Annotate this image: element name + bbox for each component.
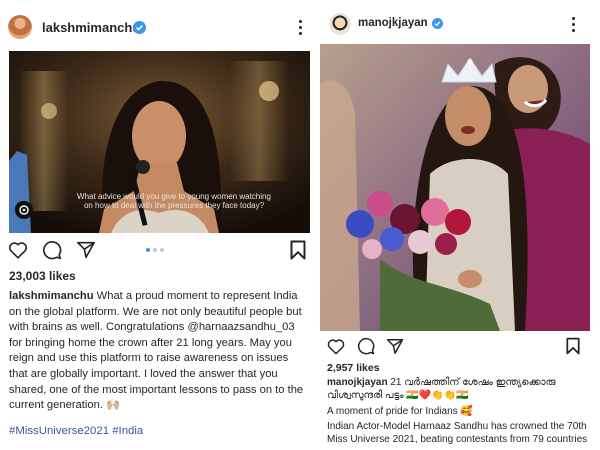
video-subtitle: What advice would you give to young wome… bbox=[49, 192, 299, 210]
avatar[interactable] bbox=[8, 15, 32, 39]
username[interactable]: lakshmimanchu bbox=[42, 20, 140, 35]
crowning-photo bbox=[320, 44, 590, 331]
like-heart-icon[interactable] bbox=[8, 241, 28, 259]
caption-line: that are globally important. I loved the… bbox=[9, 367, 278, 380]
hashtags[interactable]: #MissUniverse2021 #India bbox=[9, 425, 143, 437]
caption-line: Indian Actor-Model Harnaaz Sandhu has cr… bbox=[327, 421, 587, 433]
share-icon[interactable] bbox=[386, 338, 404, 355]
caption-line: with brains as well. Congratulations @ha… bbox=[9, 321, 295, 334]
share-icon[interactable] bbox=[76, 241, 96, 259]
verified-icon bbox=[432, 18, 443, 29]
caption-text: What a proud moment to represent India bbox=[93, 290, 298, 302]
carousel-dot bbox=[160, 248, 164, 252]
likes-count[interactable]: 23,003 likes bbox=[9, 269, 76, 283]
post-caption: manojkjayan 21 വർഷത്തിന് ശേഷം ഇന്ത്യക്കൊ… bbox=[327, 377, 597, 447]
avatar[interactable] bbox=[329, 13, 351, 35]
more-options-icon[interactable] bbox=[298, 20, 304, 36]
like-heart-icon[interactable] bbox=[327, 338, 345, 355]
caption-line: on the global platform. We are not only … bbox=[9, 305, 302, 318]
instagram-post-manojkjayan: manojkjayan 2,957 likes manojkjayan 21 വ… bbox=[318, 0, 600, 450]
verified-icon bbox=[133, 21, 146, 34]
subtitle-line-2: on how to deal with the pressures they f… bbox=[83, 201, 265, 210]
caption-username[interactable]: lakshmimanchu bbox=[9, 290, 94, 302]
caption-text: 21 വർഷത്തിന് ശേഷം ഇന്ത്യക്കൊരു bbox=[387, 377, 556, 388]
post-header: manojkjayan bbox=[318, 0, 600, 48]
comment-icon[interactable] bbox=[42, 240, 62, 260]
likes-count[interactable]: 2,957 likes bbox=[327, 362, 380, 374]
carousel-dot bbox=[153, 248, 157, 252]
caption-line: shared, one of the most important lesson… bbox=[9, 383, 304, 396]
bookmark-icon[interactable] bbox=[290, 240, 306, 260]
post-header: lakshmimanchu bbox=[0, 0, 318, 48]
more-options-icon[interactable] bbox=[571, 17, 577, 33]
bookmark-icon[interactable] bbox=[566, 337, 580, 355]
instagram-post-lakshmimanchu: lakshmimanchu What advice would you give… bbox=[0, 0, 318, 450]
caption-line: reign and use this platform to raise awa… bbox=[9, 352, 289, 365]
caption-line: Miss Universe 2021, beating contestants … bbox=[327, 434, 588, 446]
comment-icon[interactable] bbox=[357, 337, 375, 355]
caption-line: current generation. 🙌🏼 bbox=[9, 399, 120, 412]
caption-line: for bringing home the crown after 21 lon… bbox=[9, 336, 292, 349]
caption-username[interactable]: manojkjayan bbox=[327, 377, 388, 388]
caption-line: A moment of pride for Indians 🥰 bbox=[327, 405, 473, 417]
post-video[interactable]: What advice would you give to young wome… bbox=[9, 51, 310, 233]
post-caption: lakshmimanchu What a proud moment to rep… bbox=[9, 289, 314, 414]
carousel-indicator bbox=[146, 248, 168, 252]
audio-icon[interactable] bbox=[15, 201, 33, 219]
caption-line: വിശ്വസുന്ദരി പട്ടം 🇮🇳❤️👏👏🇮🇳 bbox=[327, 389, 469, 401]
carousel-dot-active bbox=[146, 248, 150, 252]
post-photo[interactable] bbox=[320, 44, 590, 331]
caption-line: manojkjayan 21 വർഷത്തിന് ശേഷം ഇന്ത്യക്കൊ… bbox=[327, 377, 597, 390]
subtitle-line-1: What advice would you give to young wome… bbox=[77, 192, 271, 201]
caption-line: lakshmimanchu What a proud moment to rep… bbox=[9, 289, 314, 305]
username[interactable]: manojkjayan bbox=[358, 17, 428, 29]
